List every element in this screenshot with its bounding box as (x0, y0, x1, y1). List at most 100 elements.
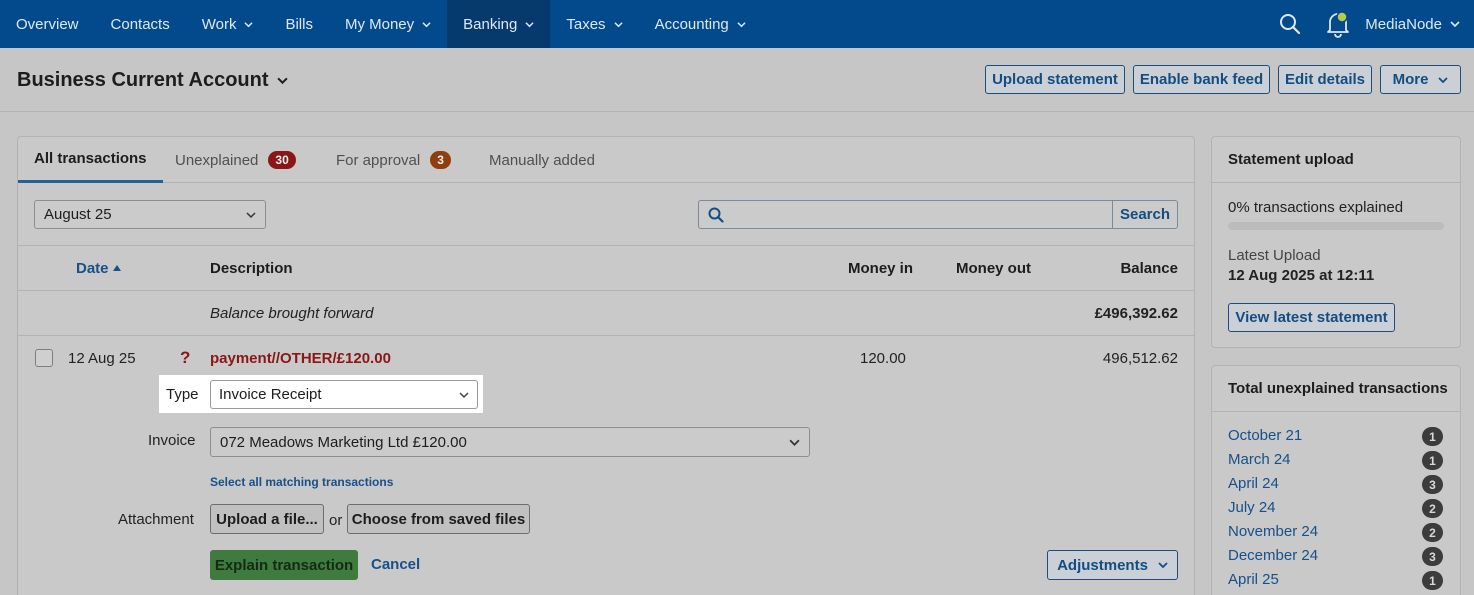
month-link[interactable]: July 24 (1228, 499, 1276, 516)
count-badge: 30 (268, 151, 296, 169)
column-label: Description (210, 259, 293, 277)
adjustments-button[interactable]: Adjustments (1047, 550, 1178, 580)
list-item[interactable]: October 21 1 (1212, 424, 1460, 448)
select-value: 072 Meadows Marketing Ltd £120.00 (220, 433, 467, 451)
chevron-down-icon (613, 21, 623, 27)
search-field[interactable]: Search (698, 200, 1178, 229)
button-label: Upload statement (992, 71, 1118, 88)
count-badge: 3 (1422, 475, 1443, 494)
chevron-down-icon (737, 21, 746, 27)
month-select[interactable]: August 25 (34, 200, 266, 229)
money-out-column-header: Money out (956, 246, 1031, 290)
nav-label: Taxes (566, 15, 606, 33)
type-select[interactable]: Invoice Receipt (210, 380, 478, 409)
button-label: Upload a file... (216, 510, 318, 528)
upload-statement-button[interactable]: Upload statement (985, 65, 1125, 94)
list-item[interactable]: April 25 1 (1212, 568, 1460, 592)
unexplained-totals-card: Total unexplained transactions October 2… (1211, 365, 1461, 595)
bell-icon[interactable] (1315, 10, 1365, 38)
view-latest-statement-button[interactable]: View latest statement (1228, 303, 1395, 332)
cancel-link[interactable]: Cancel (371, 556, 420, 573)
invoice-select[interactable]: 072 Meadows Marketing Ltd £120.00 (210, 427, 810, 457)
top-navigation: Overview Contacts Work Bills My Money Ba… (0, 0, 1474, 48)
tab-all-transactions[interactable]: All transactions (18, 137, 163, 183)
nav-taxes[interactable]: Taxes (550, 0, 638, 48)
date-column-header[interactable]: Date (76, 246, 122, 290)
list-item[interactable]: December 24 3 (1212, 544, 1460, 568)
nav-right: MediaNode (1265, 0, 1474, 48)
row-checkbox[interactable] (35, 349, 53, 367)
upload-file-button[interactable]: Upload a file... (210, 504, 324, 534)
tab-label: Unexplained (175, 151, 259, 169)
chevron-down-icon (459, 391, 469, 398)
count-badge: 3 (1422, 547, 1443, 566)
column-label: Money in (848, 259, 914, 277)
choose-saved-files-button[interactable]: Choose from saved files (347, 504, 530, 534)
latest-upload-label: Latest Upload (1228, 246, 1321, 264)
money-in-column-header: Money in (848, 246, 913, 290)
tab-manually-added[interactable]: Manually added (489, 137, 595, 183)
nav-overview[interactable]: Overview (0, 0, 95, 48)
select-matching-link[interactable]: Select all matching transactions (210, 475, 393, 489)
balance-column-header: Balance (1120, 246, 1178, 290)
search-button[interactable]: Search (1112, 201, 1177, 228)
search-icon[interactable] (1265, 13, 1315, 35)
or-separator: or (329, 511, 343, 529)
month-link[interactable]: October 21 (1228, 427, 1302, 444)
nav-my-money[interactable]: My Money (329, 0, 447, 48)
button-label: Explain transaction (214, 556, 354, 574)
count-badge: 1 (1422, 571, 1443, 590)
month-link[interactable]: April 25 (1228, 571, 1279, 588)
chevron-down-icon (1158, 562, 1168, 569)
type-field-highlight: Type Invoice Receipt (160, 376, 482, 412)
list-item[interactable]: March 24 1 (1212, 448, 1460, 472)
statement-upload-card: Statement upload 0% transactions explain… (1211, 136, 1461, 348)
nav-work[interactable]: Work (186, 0, 270, 48)
column-label: Balance (1120, 259, 1178, 277)
count-badge: 3 (430, 151, 451, 169)
tab-label: Manually added (489, 151, 595, 169)
nav-contacts[interactable]: Contacts (95, 0, 186, 48)
account-selector[interactable]: Business Current Account (17, 69, 288, 92)
header-divider (0, 111, 1474, 112)
nav-label: Accounting (654, 15, 729, 33)
list-item[interactable]: November 24 2 (1212, 520, 1460, 544)
balance-brought-forward-row: Balance brought forward £496,392.62 (18, 291, 1194, 336)
chevron-down-icon (246, 211, 256, 218)
enable-bank-feed-button[interactable]: Enable bank feed (1133, 65, 1270, 94)
month-link[interactable]: April 24 (1228, 475, 1279, 492)
description-column-header: Description (210, 246, 293, 290)
count-badge: 1 (1422, 427, 1443, 446)
count-badge: 2 (1422, 499, 1443, 518)
transaction-description[interactable]: payment//OTHER/£120.00 (210, 346, 391, 370)
explain-transaction-button[interactable]: Explain transaction (210, 550, 358, 580)
nav-label: Bills (285, 15, 313, 33)
transactions-panel: All transactions Unexplained 30 For appro… (17, 136, 1195, 595)
button-label: More (1392, 71, 1429, 88)
button-label: Edit details (1284, 71, 1366, 88)
tab-for-approval[interactable]: For approval 3 (336, 137, 451, 183)
transaction-money-in: 120.00 (860, 349, 906, 367)
latest-upload-value: 12 Aug 2025 at 12:11 (1228, 266, 1375, 284)
table-header: Date Description Money in Money out Bala… (18, 245, 1194, 291)
more-button[interactable]: More (1380, 65, 1461, 94)
chevron-down-icon (1450, 21, 1460, 28)
transaction-balance: 496,512.62 (1102, 349, 1178, 367)
org-switcher[interactable]: MediaNode (1365, 16, 1474, 33)
month-link[interactable]: March 24 (1228, 451, 1291, 468)
edit-details-button[interactable]: Edit details (1278, 65, 1372, 94)
month-link[interactable]: November 24 (1228, 523, 1318, 540)
search-icon (708, 207, 724, 223)
explained-progress-bar (1228, 222, 1444, 230)
nav-bills[interactable]: Bills (269, 0, 329, 48)
chevron-down-icon (422, 21, 431, 27)
nav-accounting[interactable]: Accounting (639, 0, 762, 48)
row-description: Balance brought forward (210, 304, 374, 322)
nav-label: Overview (16, 15, 79, 33)
list-item[interactable]: April 24 3 (1212, 472, 1460, 496)
month-link[interactable]: December 24 (1228, 547, 1318, 564)
nav-label: Work (201, 15, 237, 33)
nav-banking[interactable]: Banking (447, 0, 551, 48)
tab-unexplained[interactable]: Unexplained 30 (175, 137, 296, 183)
list-item[interactable]: July 24 2 (1212, 496, 1460, 520)
